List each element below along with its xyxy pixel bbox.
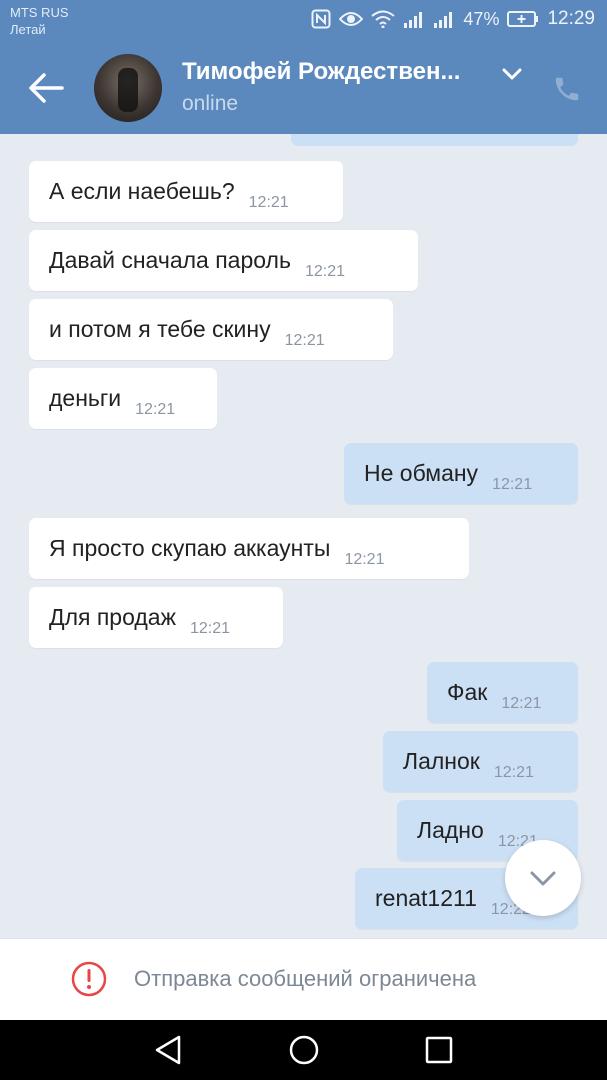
message-text: renat1211 (375, 885, 477, 911)
message-text: Я просто скупаю аккаунты (49, 535, 331, 561)
message-time: 12:21 (493, 763, 534, 781)
message-text: Давай сначала пароль (49, 247, 291, 273)
contact-name[interactable]: Тимофей Рождествен... (182, 58, 460, 86)
message-time: 12:21 (189, 619, 231, 637)
message-text: деньги (49, 385, 122, 411)
message-bubble-incoming[interactable]: Я просто скупаю аккаунты 12:21 (29, 518, 469, 579)
presence-status: online (182, 92, 239, 115)
scroll-to-bottom-button[interactable] (505, 840, 581, 916)
app-header: MTS RUS Летай 47% 12:29 Тимофей Рождеств… (0, 0, 607, 134)
message-time: 12:21 (344, 550, 385, 568)
message-text: Для продаж (49, 604, 176, 630)
operator-name: Летай (10, 22, 46, 37)
message-bubble-outgoing[interactable]: Не обману 12:21 (344, 443, 578, 504)
eye-icon (339, 12, 364, 26)
status-icons: 47% 12:29 (311, 8, 595, 30)
carrier-name: MTS RUS (10, 5, 69, 20)
message-time: 12:21 (248, 193, 289, 211)
message-bubble-incoming[interactable]: и потом я тебе скину 12:21 (29, 299, 393, 360)
wifi-icon (371, 10, 396, 28)
battery-charging-icon (507, 11, 539, 27)
message-bubble-partial (291, 134, 578, 146)
carrier-info: MTS RUS Летай (10, 4, 69, 38)
message-bubble-outgoing[interactable]: Фак 12:21 (427, 662, 578, 723)
message-bubble-outgoing[interactable]: Лалнок 12:21 (383, 731, 578, 792)
chevron-down-icon (530, 871, 556, 886)
message-bubble-incoming[interactable]: А если наебешь? 12:21 (29, 161, 343, 222)
message-time: 12:21 (304, 262, 345, 280)
signal-icon (434, 12, 453, 28)
message-text: Не обману (364, 460, 479, 486)
nav-back-icon[interactable] (152, 1034, 186, 1066)
nav-recents-icon[interactable] (422, 1034, 456, 1066)
nfc-icon (311, 9, 331, 29)
battery-percent: 47% (463, 8, 500, 29)
arrow-left-icon[interactable] (26, 70, 66, 106)
chevron-down-icon[interactable] (500, 64, 524, 84)
message-list[interactable]: А если наебешь? 12:21 Давай сначала паро… (0, 134, 607, 938)
message-text: А если наебешь? (49, 178, 235, 204)
phone-icon[interactable] (552, 74, 582, 104)
warning-circle-icon (71, 961, 107, 997)
status-bar: MTS RUS Летай 47% 12:29 (0, 0, 607, 44)
restriction-message: Отправка сообщений ограничена (134, 966, 477, 991)
signal-icon (404, 12, 423, 28)
message-bubble-incoming[interactable]: Для продаж 12:21 (29, 587, 283, 648)
status-clock: 12:29 (547, 8, 595, 29)
navigation-bar (0, 1020, 607, 1080)
message-time: 12:21 (501, 694, 542, 712)
message-text: Фак (447, 679, 488, 705)
nav-home-icon[interactable] (287, 1034, 321, 1066)
message-text: и потом я тебе скину (49, 316, 271, 342)
message-bubble-incoming[interactable]: Давай сначала пароль 12:21 (29, 230, 418, 291)
message-bubble-incoming[interactable]: деньги 12:21 (29, 368, 217, 429)
message-time: 12:21 (135, 400, 176, 418)
message-text: Ладно (417, 817, 484, 843)
message-time: 12:21 (284, 331, 325, 349)
message-text: Лалнок (403, 748, 480, 774)
avatar[interactable] (94, 54, 162, 122)
message-time: 12:21 (492, 475, 533, 493)
